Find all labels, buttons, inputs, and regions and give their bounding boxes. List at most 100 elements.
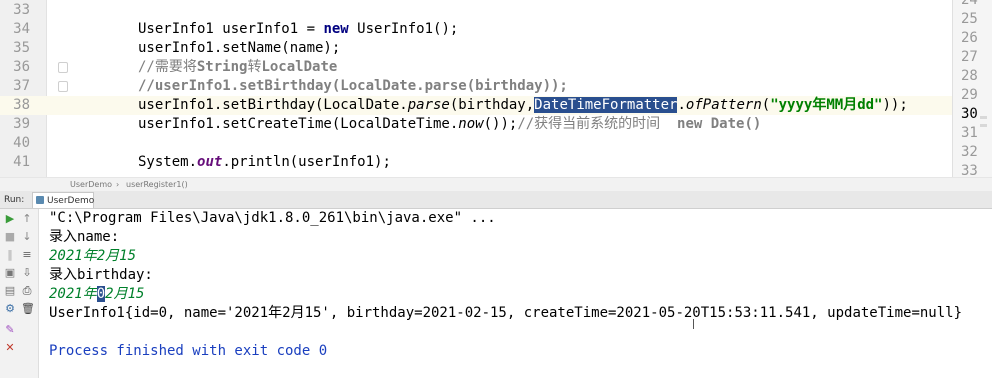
code-token: //需要将 bbox=[138, 59, 197, 75]
line-number: 39 bbox=[13, 116, 30, 132]
fold-marker-icon[interactable] bbox=[58, 62, 68, 73]
code-token: //获得当前系统的时间 bbox=[517, 116, 678, 132]
text-cursor-icon bbox=[693, 319, 694, 329]
console-token: 录入birthday: bbox=[49, 267, 153, 283]
line-number: 34 bbox=[13, 21, 30, 37]
code-token: userInfo1.setCreateTime(LocalDateTime. bbox=[138, 116, 459, 132]
line-number: 35 bbox=[13, 40, 30, 56]
code-token: parse bbox=[407, 97, 450, 113]
console-token: 0 bbox=[96, 286, 106, 302]
console-token: 2021年 bbox=[49, 286, 97, 302]
code-text: UserInfo1 userInfo1 = new UserInfo1(); bbox=[138, 20, 458, 39]
code-line[interactable]: 41 System.out.println(userInfo1); bbox=[0, 153, 952, 172]
code-token: LocalDate bbox=[261, 59, 338, 75]
code-token: out bbox=[197, 154, 223, 170]
right-line-number: 29 bbox=[961, 87, 978, 103]
code-token: UserInfo1(); bbox=[348, 21, 459, 37]
tab-label: UserDemo bbox=[47, 196, 95, 206]
breadcrumb-method[interactable]: userRegister1() bbox=[126, 180, 188, 189]
code-token: "yyyy年MM月dd" bbox=[770, 97, 883, 113]
console-token: Process finished with exit code 0 bbox=[49, 343, 328, 359]
code-text: //需要将String转LocalDate bbox=[138, 58, 337, 77]
layout-icon[interactable]: ▤ bbox=[4, 285, 16, 296]
console-token: 录入name: bbox=[49, 229, 120, 245]
camera-icon[interactable]: ▣ bbox=[4, 267, 16, 278]
code-token: DateTimeFormatter bbox=[534, 97, 678, 113]
code-token: ofPattern bbox=[685, 97, 762, 113]
code-text: System.out.println(userInfo1); bbox=[138, 153, 391, 172]
code-line[interactable]: 39 userInfo1.setCreateTime(LocalDateTime.… bbox=[0, 115, 952, 134]
code-token: ( bbox=[761, 97, 771, 113]
code-token: 转 bbox=[247, 59, 262, 75]
run-icon[interactable]: ▶ bbox=[4, 213, 16, 224]
settings-icon[interactable]: ⚙ bbox=[4, 303, 16, 314]
breadcrumb-class[interactable]: UserDemo bbox=[70, 180, 112, 189]
code-line[interactable]: 40 bbox=[0, 134, 952, 153]
code-token: System. bbox=[138, 154, 198, 170]
breadcrumb: UserDemo › userRegister1() bbox=[0, 177, 992, 192]
soft-wrap-icon[interactable]: ≡ bbox=[21, 249, 33, 260]
scroll-marker[interactable] bbox=[980, 116, 987, 119]
scroll-up-icon[interactable]: ↑ bbox=[21, 213, 33, 224]
close-icon[interactable]: ✕ bbox=[4, 342, 16, 353]
code-token: userInfo1.setName(name); bbox=[138, 40, 341, 56]
stop-icon[interactable]: ■ bbox=[4, 231, 16, 242]
code-token: .println(userInfo1); bbox=[222, 154, 391, 170]
code-token: UserInfo1 userInfo1 = bbox=[138, 21, 324, 37]
breadcrumb-separator: › bbox=[116, 180, 120, 189]
right-line-number: 24 bbox=[961, 0, 978, 8]
run-toolbar: ▶ ↑ ■ ↓ ‖ ≡ ▣ ⇩ ▤ ⎙ ⚙ 🗑 ✎ ✕ bbox=[0, 209, 39, 378]
code-editor[interactable]: 33 34 UserInfo1 userInfo1 = new UserInfo1(… bbox=[0, 0, 992, 179]
console-token: "C:\Program Files\Java\jdk1.8.0_261\bin\… bbox=[49, 210, 496, 226]
code-line[interactable]: 33 bbox=[0, 1, 952, 20]
run-label: Run: bbox=[4, 195, 25, 205]
right-line-number: 31 bbox=[961, 125, 978, 141]
run-config-icon bbox=[36, 196, 44, 204]
console-line: UserInfo1{id=0, name='2021年2月15', birthd… bbox=[49, 304, 962, 323]
line-number: 36 bbox=[13, 59, 30, 75]
fold-marker-icon[interactable] bbox=[58, 81, 68, 92]
right-line-number: 32 bbox=[961, 144, 978, 160]
line-number: 33 bbox=[13, 2, 30, 18]
scroll-end-icon[interactable]: ⇩ bbox=[21, 267, 33, 278]
code-line[interactable]: 38 userInfo1.setBirthday(LocalDate.parse(… bbox=[0, 96, 952, 115]
diff-gutter-panel: 24 25 26 27 28 29 30 31 32 33 bbox=[952, 0, 992, 179]
pause-icon[interactable]: ‖ bbox=[4, 249, 16, 260]
console-line: 2021年2月15 bbox=[49, 247, 136, 266]
tab-userdemo[interactable]: UserDemo bbox=[32, 192, 94, 208]
line-number: 37 bbox=[13, 78, 30, 94]
code-token: now bbox=[458, 116, 484, 132]
line-number: 38 bbox=[13, 97, 30, 113]
line-number: 40 bbox=[13, 135, 30, 151]
code-line[interactable]: 36 //需要将String转LocalDate bbox=[0, 58, 952, 77]
code-line[interactable]: 34 UserInfo1 userInfo1 = new UserInfo1(); bbox=[0, 20, 952, 39]
console-line: 录入name: bbox=[49, 228, 119, 247]
print-icon[interactable]: ⎙ bbox=[21, 285, 33, 296]
console-token: 2月15 bbox=[105, 286, 145, 302]
code-token: new Date() bbox=[677, 116, 762, 132]
console-line: Process finished with exit code 0 bbox=[49, 342, 327, 361]
pin-icon[interactable]: ✎ bbox=[4, 324, 16, 335]
code-token: (birthday, bbox=[449, 97, 535, 113]
scroll-marker[interactable] bbox=[980, 124, 987, 127]
right-line-number: 26 bbox=[961, 30, 978, 46]
code-text: //userInfo1.setBirthday(LocalDate.parse(… bbox=[138, 77, 568, 96]
right-line-number: 28 bbox=[961, 68, 978, 84]
console-token: 2021年2月15 bbox=[49, 248, 137, 264]
code-text: userInfo1.setCreateTime(LocalDateTime.no… bbox=[138, 115, 761, 134]
code-line[interactable]: 35 userInfo1.setName(name); bbox=[0, 39, 952, 58]
console-token: UserInfo1{id=0, name='2021年2月15', birthd… bbox=[49, 305, 963, 321]
console-line: 2021年02月15 bbox=[49, 285, 144, 304]
scroll-down-icon[interactable]: ↓ bbox=[21, 231, 33, 242]
console-output[interactable]: "C:\Program Files\Java\jdk1.8.0_261\bin\… bbox=[39, 209, 992, 378]
console-line: "C:\Program Files\Java\jdk1.8.0_261\bin\… bbox=[49, 209, 496, 228]
right-line-number: 27 bbox=[961, 49, 978, 65]
code-line[interactable]: 37 //userInfo1.setBirthday(LocalDate.pars… bbox=[0, 77, 952, 96]
code-token: String bbox=[196, 59, 248, 75]
code-text: userInfo1.setName(name); bbox=[138, 39, 340, 58]
code-token: )); bbox=[882, 97, 908, 113]
code-token: . bbox=[677, 97, 686, 113]
code-token: ()); bbox=[483, 116, 518, 132]
trash-icon[interactable]: 🗑 bbox=[21, 303, 35, 314]
code-token: new bbox=[323, 21, 349, 37]
